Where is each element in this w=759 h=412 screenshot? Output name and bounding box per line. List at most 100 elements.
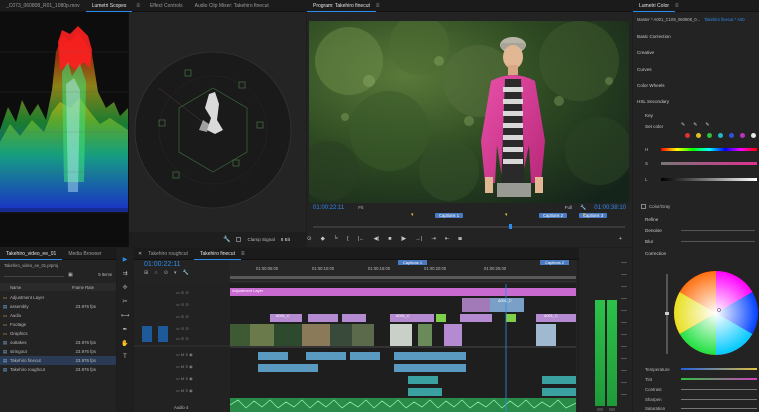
in-point-marker[interactable]: ▾: [411, 212, 414, 218]
blur-slider[interactable]: [681, 241, 755, 242]
program-menu-icon[interactable]: ≡: [376, 3, 380, 9]
tab-finecut[interactable]: Takehiro finecut: [193, 248, 241, 260]
type-tool-icon[interactable]: T: [123, 354, 127, 360]
project-item[interactable]: ▤ stringout 23.976 fps: [0, 347, 116, 356]
swatch-yellow[interactable]: [696, 133, 701, 138]
nest-icon[interactable]: ⊞: [144, 270, 148, 276]
caption-clip[interactable]: Captions 2: [540, 260, 570, 265]
mark-in-icon[interactable]: ◆: [321, 236, 325, 242]
out-point-marker[interactable]: ▾: [505, 212, 508, 218]
razor-tool-icon[interactable]: ✂: [122, 298, 127, 305]
master-clip-select[interactable]: Master * A001_C109_060808_0...: [637, 17, 700, 22]
swatch-white[interactable]: [751, 133, 756, 138]
ripple-edit-tool-icon[interactable]: ✢: [122, 284, 127, 291]
sharpen-slider[interactable]: [681, 398, 757, 400]
luminance-range-bar[interactable]: [661, 177, 757, 181]
program-scrubber[interactable]: [313, 224, 625, 229]
section-basic-correction[interactable]: Basic Correction: [637, 34, 671, 39]
linked-selection-icon[interactable]: ⊙: [164, 270, 168, 276]
tab-project[interactable]: Takehiro_video_ee_01: [0, 248, 63, 260]
timeline-menu-icon[interactable]: ≡: [241, 251, 245, 257]
out-point-marker[interactable]: ▾: [583, 212, 586, 218]
adjustment-layer-clip[interactable]: Adjustment Layer: [232, 288, 263, 293]
project-item[interactable]: ▭ Graphics: [0, 329, 116, 338]
search-input[interactable]: [4, 272, 64, 277]
caption-clip[interactable]: Captions 1: [435, 213, 464, 218]
timeline-work-area[interactable]: [230, 276, 576, 279]
program-timecode[interactable]: 01:00:22:11: [313, 205, 344, 211]
timeline-ruler[interactable]: 01:00:05:00 01:00:10:00 01:00:15:00 01:0…: [230, 260, 576, 282]
go-to-in-icon[interactable]: |←: [358, 236, 365, 242]
camera-icon[interactable]: ◙: [458, 236, 461, 242]
tab-menu-icon[interactable]: ≡: [136, 3, 140, 9]
tab-source-clip[interactable]: _C073_060808_R01_1080p.mov: [0, 0, 86, 12]
swatch-cyan[interactable]: [718, 133, 723, 138]
play-icon[interactable]: ■: [388, 236, 391, 242]
solo-button[interactable]: [597, 408, 603, 411]
wheel-saturation-slider[interactable]: [665, 274, 669, 354]
bit-depth-select[interactable]: 8 Bit: [281, 237, 290, 242]
sequence-clip-select[interactable]: Takehiro finecut * A00: [704, 17, 745, 22]
clamp-checkbox[interactable]: [236, 237, 242, 242]
saturation-range-bar[interactable]: [661, 161, 757, 165]
wrench-icon[interactable]: 🔧: [223, 236, 230, 243]
lumetri-menu-icon[interactable]: ≡: [675, 3, 679, 9]
swatch-red[interactable]: [685, 133, 690, 138]
tab-media-browser[interactable]: Media Browser: [62, 248, 107, 260]
eyedropper-icon[interactable]: ✎: [681, 122, 685, 128]
temperature-slider[interactable]: [681, 368, 757, 370]
playhead[interactable]: [509, 224, 512, 229]
marker-icon[interactable]: ⊙: [307, 236, 312, 242]
add-marker-icon[interactable]: ▾: [174, 270, 177, 276]
eyedropper-add-icon[interactable]: ✎: [693, 122, 697, 128]
project-item[interactable]: ▤ Takehiro finecut 23.976 fps: [0, 356, 116, 365]
project-item[interactable]: ▤ outtakes 23.976 fps: [0, 338, 116, 347]
pen-tool-icon[interactable]: ✒: [122, 326, 127, 333]
project-item[interactable]: ▤ assembly 23.976 fps: [0, 302, 116, 311]
project-item[interactable]: ▭ Adjustment Layer: [0, 293, 116, 302]
extract-icon[interactable]: ⇤: [445, 236, 450, 242]
caption-clip[interactable]: Captions 1: [398, 260, 428, 265]
solo-button[interactable]: [609, 408, 615, 411]
mark-out-icon[interactable]: ╘: [334, 236, 338, 242]
tab-program-monitor[interactable]: Program: Takehiro finecut: [307, 0, 376, 12]
tab-lumetri-color[interactable]: Lumetri Color: [633, 0, 676, 12]
swatch-green[interactable]: [707, 133, 712, 138]
caption-clip[interactable]: Captions 2: [539, 213, 568, 218]
hand-tool-icon[interactable]: ✋: [121, 340, 128, 347]
color-gray-checkbox[interactable]: [641, 204, 646, 209]
slip-tool-icon[interactable]: ⟷: [121, 312, 130, 319]
swatch-blue[interactable]: [729, 133, 734, 138]
tab-lumetri-scopes[interactable]: Lumetri Scopes: [85, 0, 133, 12]
snap-icon[interactable]: ∩: [154, 270, 158, 276]
timeline-timecode[interactable]: 01:00:22:11: [144, 261, 180, 268]
project-item[interactable]: ▤ Takehiro roughcut 23.976 fps: [0, 365, 116, 374]
swatch-magenta[interactable]: [740, 133, 745, 138]
step-back-icon[interactable]: ◀|: [374, 236, 380, 242]
tint-slider[interactable]: [681, 378, 757, 380]
add-button-icon[interactable]: +: [619, 236, 622, 242]
denoise-slider[interactable]: [681, 230, 755, 231]
section-creative[interactable]: Creative: [637, 50, 654, 55]
timeline-clips[interactable]: [230, 284, 576, 412]
quality-select[interactable]: Full: [565, 205, 572, 210]
section-hsl-secondary[interactable]: HSL Secondary: [637, 99, 669, 104]
saturation-slider[interactable]: [681, 407, 757, 409]
tab-audio-clip-mixer[interactable]: Audio Clip Mixer: Takehiro finecut: [189, 0, 275, 12]
lift-icon[interactable]: ⇥: [431, 236, 436, 242]
section-color-wheels[interactable]: Color Wheels: [637, 83, 665, 88]
settings-wrench-icon[interactable]: 🔧: [183, 270, 189, 276]
tab-effect-controls[interactable]: Effect Controls: [144, 0, 189, 12]
eyedropper-remove-icon[interactable]: ✎: [705, 122, 709, 128]
track-select-tool-icon[interactable]: ⇉: [122, 270, 127, 277]
step-forward-icon[interactable]: |▶: [401, 236, 407, 242]
selection-tool-icon[interactable]: ▶: [123, 256, 128, 263]
mark-in-bracket-icon[interactable]: {: [347, 236, 349, 242]
contrast-slider[interactable]: [681, 388, 757, 390]
hue-range-bar[interactable]: [661, 147, 757, 151]
project-item[interactable]: ▭ Footage: [0, 320, 116, 329]
col-frame-rate[interactable]: Frame Rate: [72, 285, 94, 290]
section-curves[interactable]: Curves: [637, 67, 652, 72]
bin-icon[interactable]: ▣: [68, 272, 73, 278]
project-item[interactable]: ▭ Audio: [0, 311, 116, 320]
